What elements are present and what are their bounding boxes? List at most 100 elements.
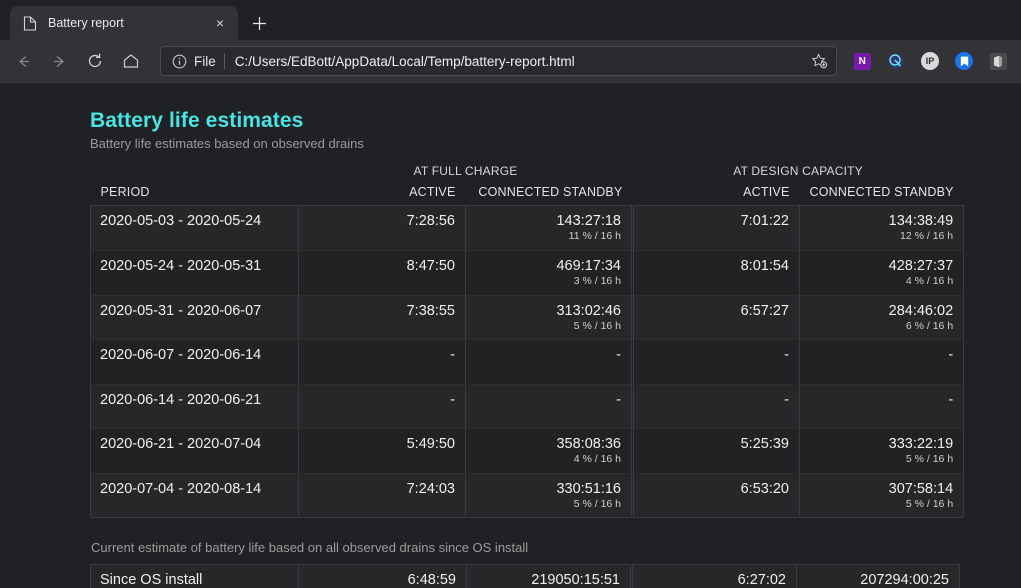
- cell-active-full-value: 7:28:56: [407, 213, 455, 229]
- cell-standby-full-subvalue: 5 % / 16 h: [476, 321, 621, 333]
- cell-active-full: 7:28:56: [299, 206, 466, 251]
- cell-standby-design: -: [800, 384, 964, 429]
- back-icon[interactable]: [6, 44, 40, 78]
- extension-icons: N IP: [845, 48, 1011, 74]
- cell-active-full: -: [299, 384, 466, 429]
- browser-toolbar: File C:/Users/EdBott/AppData/Local/Temp/…: [0, 40, 1021, 82]
- cell-active-design: 5:25:39: [633, 429, 800, 474]
- table-row: 2020-06-21 - 2020-07-04 5:49:50 358:08:36 4…: [91, 429, 964, 474]
- cell-active-full-value: 8:47:50: [407, 258, 455, 274]
- office-glyph: [990, 53, 1007, 70]
- page-subtitle: Battery life estimates based on observed…: [90, 136, 1021, 151]
- address-bar[interactable]: File C:/Users/EdBott/AppData/Local/Temp/…: [160, 46, 837, 76]
- cell-period: 2020-05-31 - 2020-06-07: [91, 295, 299, 340]
- cell-standby-full-value: -: [616, 392, 621, 408]
- cell-standby-design-value: 333:22:19: [889, 436, 954, 452]
- tab-strip: Battery report ×: [0, 0, 1021, 40]
- cell-standby-full: 358:08:36 4 % / 16 h: [466, 429, 633, 474]
- cell-active-design-value: 6:57:27: [741, 303, 789, 319]
- cell-active-full-value: 7:24:03: [407, 481, 455, 497]
- cell-active-design: -: [633, 384, 800, 429]
- cell-period-value: 2020-05-03 - 2020-05-24: [100, 213, 261, 229]
- cell-standby-full: 219050:15:51- / 16 h: [467, 565, 632, 588]
- table-row: 2020-07-04 - 2020-08-147:24:03330:51:165…: [91, 473, 964, 518]
- cell-period: 2020-07-04 - 2020-08-14: [91, 473, 299, 518]
- ip-badge-icon[interactable]: IP: [917, 48, 943, 74]
- table-row: 2020-06-07 - 2020-06-14 - - - -: [91, 340, 964, 385]
- cell-active-full: 5:49:50: [299, 429, 466, 474]
- cell-active-design-value: -: [784, 392, 789, 408]
- group-header-full-charge: AT FULL CHARGE: [299, 164, 633, 185]
- page-viewport: Battery life estimates Battery life esti…: [0, 82, 1021, 588]
- cell-standby-design: 134:38:49 12 % / 16 h: [800, 206, 964, 251]
- new-tab-button[interactable]: [244, 8, 274, 38]
- cell-active-design-value: 6:53:20: [741, 481, 789, 497]
- cell-standby-full-subvalue: 3 % / 16 h: [476, 276, 621, 288]
- cell-standby-design-value: 307:58:14: [889, 481, 954, 497]
- cell-standby-full: 469:17:34 3 % / 16 h: [466, 250, 633, 295]
- cell-active-design: 6:27:02: [632, 565, 797, 588]
- cell-active-full: 7:38:55: [299, 295, 466, 340]
- url-text[interactable]: C:/Users/EdBott/AppData/Local/Temp/batte…: [235, 54, 806, 69]
- cell-standby-design: 207294:00:25- / 16 h: [797, 565, 960, 588]
- cell-standby-full: 143:27:1811 % / 16 h: [466, 206, 633, 251]
- cell-active-full: -: [299, 340, 466, 385]
- reload-icon[interactable]: [78, 44, 112, 78]
- col-header-active-full: ACTIVE: [299, 185, 466, 206]
- scheme-label: File: [194, 54, 216, 69]
- cell-standby-design-subvalue: 5 % / 16 h: [810, 499, 953, 511]
- cell-active-design-value: 7:01:22: [741, 213, 789, 229]
- ip-glyph: IP: [921, 52, 939, 70]
- cell-period: 2020-06-14 - 2020-06-21: [91, 384, 299, 429]
- tab-battery-report[interactable]: Battery report ×: [10, 6, 238, 40]
- bookmark-icon[interactable]: [951, 48, 977, 74]
- column-header-row: PERIOD ACTIVE CONNECTED STANDBY ACTIVE C…: [91, 185, 964, 206]
- cell-active-design: 7:01:22: [633, 206, 800, 251]
- cell-active-full-value: -: [450, 347, 455, 363]
- onenote-icon[interactable]: N: [849, 48, 875, 74]
- cell-standby-design-subvalue: 12 % / 16 h: [810, 231, 953, 243]
- cell-standby-design-value: -: [948, 347, 953, 363]
- cell-period-value: Since OS install: [100, 572, 202, 588]
- cell-standby-full-subvalue: 4 % / 16 h: [476, 454, 621, 466]
- cell-active-design-value: 5:25:39: [741, 436, 789, 452]
- cell-active-full-value: 6:48:59: [408, 572, 456, 588]
- battery-estimates-body: 2020-05-03 - 2020-05-247:28:56143:27:181…: [91, 206, 964, 518]
- cell-standby-full-value: 313:02:46: [556, 303, 621, 319]
- cell-active-full: 7:24:03: [299, 473, 466, 518]
- cell-standby-full-value: -: [616, 347, 621, 363]
- info-icon[interactable]: [169, 51, 189, 71]
- cell-period-value: 2020-06-21 - 2020-07-04: [100, 436, 261, 452]
- cell-active-full-value: 5:49:50: [407, 436, 455, 452]
- col-header-standby-full: CONNECTED STANDBY: [466, 185, 633, 206]
- cell-standby-full-subvalue: 5 % / 16 h: [476, 499, 621, 511]
- cell-period: 2020-06-07 - 2020-06-14: [91, 340, 299, 385]
- cell-period-value: 2020-06-07 - 2020-06-14: [100, 347, 261, 363]
- forward-icon[interactable]: [42, 44, 76, 78]
- star-plus-icon[interactable]: [806, 48, 832, 74]
- cell-standby-full-value: 469:17:34: [556, 258, 621, 274]
- close-icon[interactable]: ×: [210, 13, 230, 33]
- cell-standby-design-value: 428:27:37: [889, 258, 954, 274]
- cell-period-value: 2020-05-31 - 2020-06-07: [100, 303, 261, 319]
- office-icon[interactable]: [985, 48, 1011, 74]
- cell-standby-full: -: [466, 384, 633, 429]
- cell-active-full: 6:48:59: [299, 565, 467, 588]
- cell-standby-design-value: 134:38:49: [889, 213, 954, 229]
- col-header-standby-design: CONNECTED STANDBY: [800, 185, 964, 206]
- cell-standby-design: 333:22:195 % / 16 h: [800, 429, 964, 474]
- battery-estimates-table: AT FULL CHARGE AT DESIGN CAPACITY PERIOD…: [90, 164, 964, 518]
- group-header-design-capacity: AT DESIGN CAPACITY: [633, 164, 964, 185]
- browser-window: Battery report ×: [0, 0, 1021, 588]
- cell-active-design: 6:53:20: [633, 473, 800, 518]
- cell-standby-design-value: 284:46:02: [889, 303, 954, 319]
- cell-standby-full-value: 143:27:18: [556, 213, 621, 229]
- cell-period-value: 2020-05-24 - 2020-05-31: [100, 258, 261, 274]
- omnibox-divider: [224, 53, 225, 69]
- table-row: 2020-05-24 - 2020-05-31 8:47:50 469:17:34 3…: [91, 250, 964, 295]
- home-icon[interactable]: [114, 44, 148, 78]
- cell-standby-full-value: 358:08:36: [556, 436, 621, 452]
- cell-active-design-value: -: [784, 347, 789, 363]
- cell-active-design-value: 8:01:54: [741, 258, 789, 274]
- clipchamp-icon[interactable]: [883, 48, 909, 74]
